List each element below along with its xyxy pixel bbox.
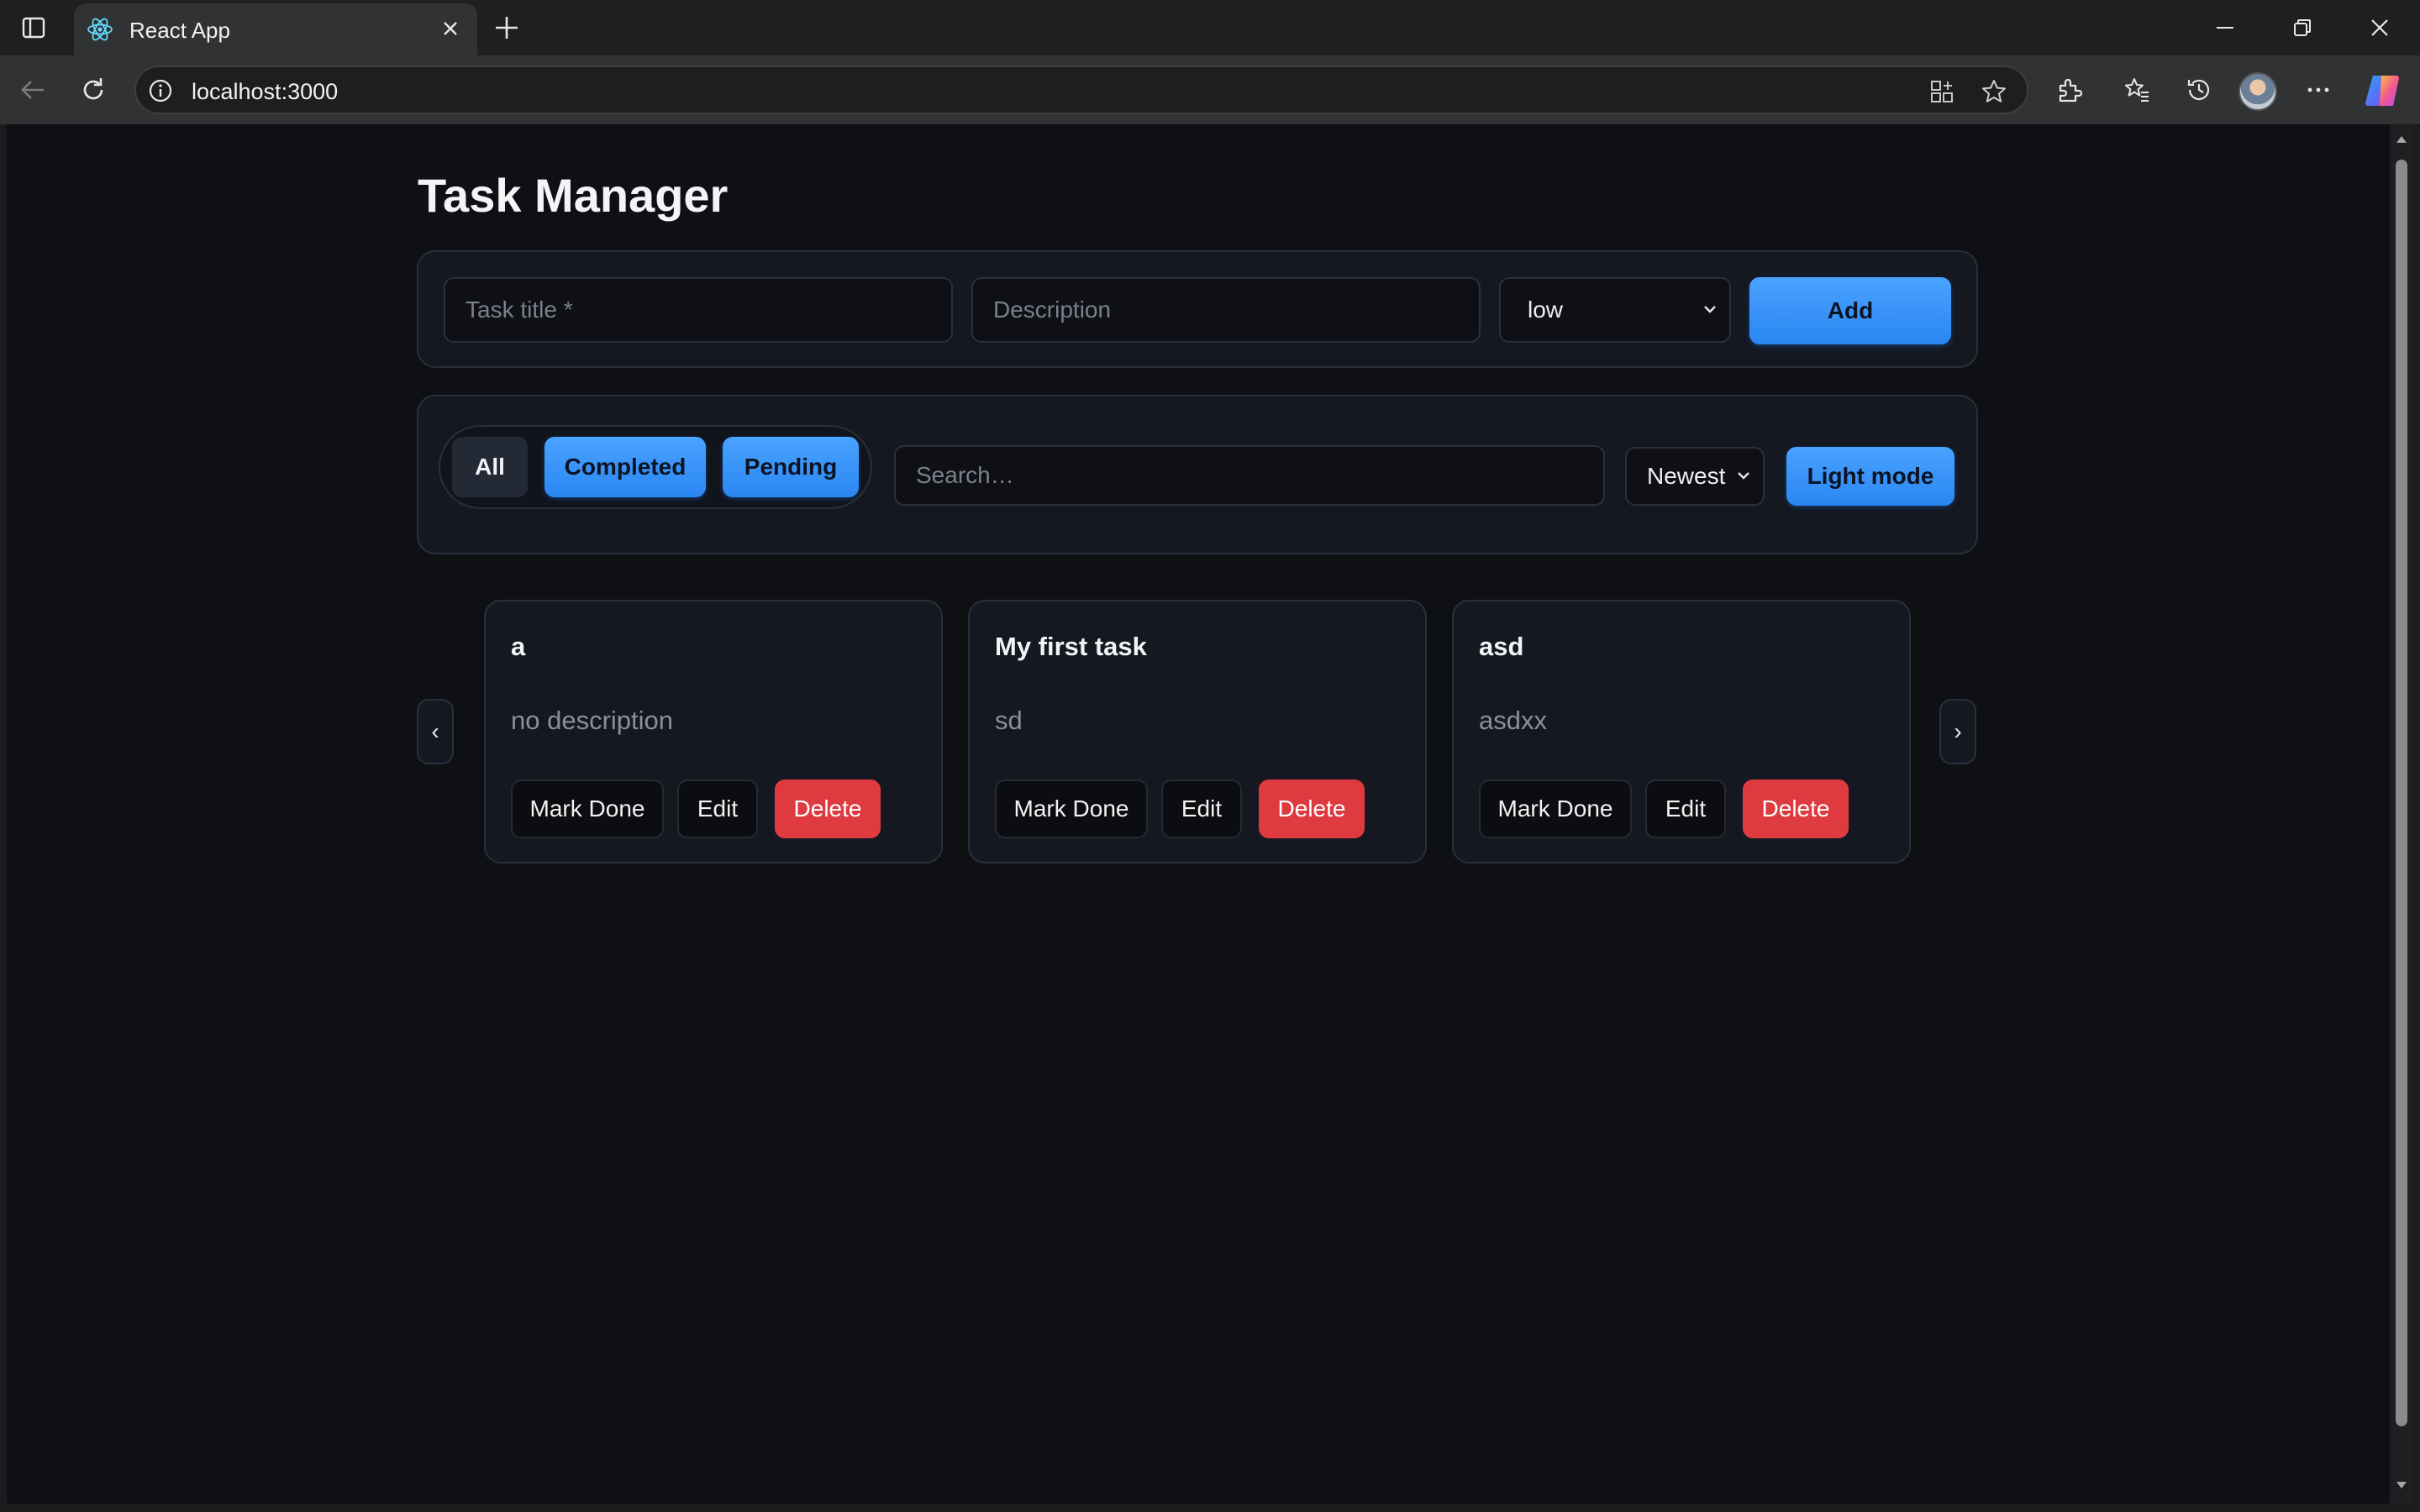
restore-icon[interactable] (2272, 7, 2333, 49)
task-title: asd (1479, 632, 1524, 661)
tab-title: React App (129, 18, 230, 43)
theme-toggle-button[interactable]: Light mode (1786, 447, 1954, 506)
sort-select[interactable]: Newest (1625, 447, 1765, 506)
profile-avatar[interactable] (2238, 72, 2277, 111)
task-card: My first task sd Mark Done Edit Delete (968, 600, 1427, 864)
priority-select-value: low (1528, 297, 1564, 323)
app-available-icon[interactable] (1926, 76, 1958, 108)
task-description: no description (511, 706, 674, 735)
task-description: sd (995, 706, 1023, 735)
status-filter-group: All Completed Pending (439, 425, 872, 509)
favorite-star-icon[interactable] (1978, 76, 2010, 108)
mark-done-button[interactable]: Mark Done (511, 780, 664, 838)
add-task-button[interactable]: Add (1749, 277, 1951, 344)
react-logo-icon (87, 18, 113, 41)
close-tab-icon[interactable] (435, 13, 466, 44)
browser-toolbar: localhost:3000 (0, 55, 2420, 124)
browser-tab[interactable]: React App (74, 3, 477, 55)
priority-select[interactable]: low (1499, 277, 1731, 343)
task-description: asdxx (1479, 706, 1547, 735)
mark-done-button[interactable]: Mark Done (995, 780, 1148, 838)
delete-button[interactable]: Delete (1743, 780, 1849, 838)
search-input[interactable] (894, 445, 1605, 506)
chevron-down-icon (1704, 306, 1716, 313)
url-text: localhost:3000 (192, 79, 339, 104)
address-bar[interactable]: localhost:3000 (134, 66, 2028, 114)
scroll-up-icon[interactable] (2395, 133, 2408, 146)
delete-button[interactable]: Delete (1259, 780, 1365, 838)
reload-icon[interactable] (74, 71, 113, 109)
task-card: a no description Mark Done Edit Delete (484, 600, 943, 864)
page-title: Task Manager (418, 169, 729, 222)
more-options-icon[interactable] (2299, 71, 2338, 109)
task-title: a (511, 632, 526, 661)
task-description-input[interactable] (971, 277, 1481, 343)
add-task-form: low Add (417, 250, 1978, 368)
carousel-next-button[interactable]: › (1939, 699, 1976, 764)
filter-all-button[interactable]: All (452, 437, 528, 497)
chevron-down-icon (1738, 472, 1749, 480)
favorites-icon[interactable] (2118, 71, 2156, 109)
tab-actions-icon[interactable] (15, 12, 52, 44)
scroll-thumb[interactable] (2396, 160, 2407, 1426)
new-tab-icon[interactable] (489, 10, 524, 45)
filter-pending-button[interactable]: Pending (723, 437, 859, 497)
task-title-input[interactable] (444, 277, 953, 343)
mark-done-button[interactable]: Mark Done (1479, 780, 1632, 838)
delete-button[interactable]: Delete (775, 780, 881, 838)
minimize-icon[interactable] (2195, 7, 2255, 49)
task-card: asd asdxx Mark Done Edit Delete (1452, 600, 1911, 864)
task-title: My first task (995, 632, 1147, 661)
sort-select-value: Newest (1647, 463, 1726, 489)
edit-button[interactable]: Edit (677, 780, 758, 838)
site-info-icon[interactable] (146, 76, 175, 105)
browser-tab-bar: React App (0, 0, 2420, 55)
close-window-icon[interactable] (2349, 7, 2410, 49)
scroll-down-icon[interactable] (2395, 1478, 2408, 1492)
filter-completed-button[interactable]: Completed (544, 437, 706, 497)
extensions-icon[interactable] (2050, 71, 2089, 109)
history-icon[interactable] (2180, 71, 2218, 109)
carousel-prev-button[interactable]: ‹ (417, 699, 454, 764)
copilot-icon[interactable] (2363, 71, 2403, 111)
edit-button[interactable]: Edit (1645, 780, 1726, 838)
vertical-scrollbar[interactable] (2390, 124, 2413, 1504)
back-icon[interactable] (13, 71, 52, 109)
edit-button[interactable]: Edit (1161, 780, 1242, 838)
